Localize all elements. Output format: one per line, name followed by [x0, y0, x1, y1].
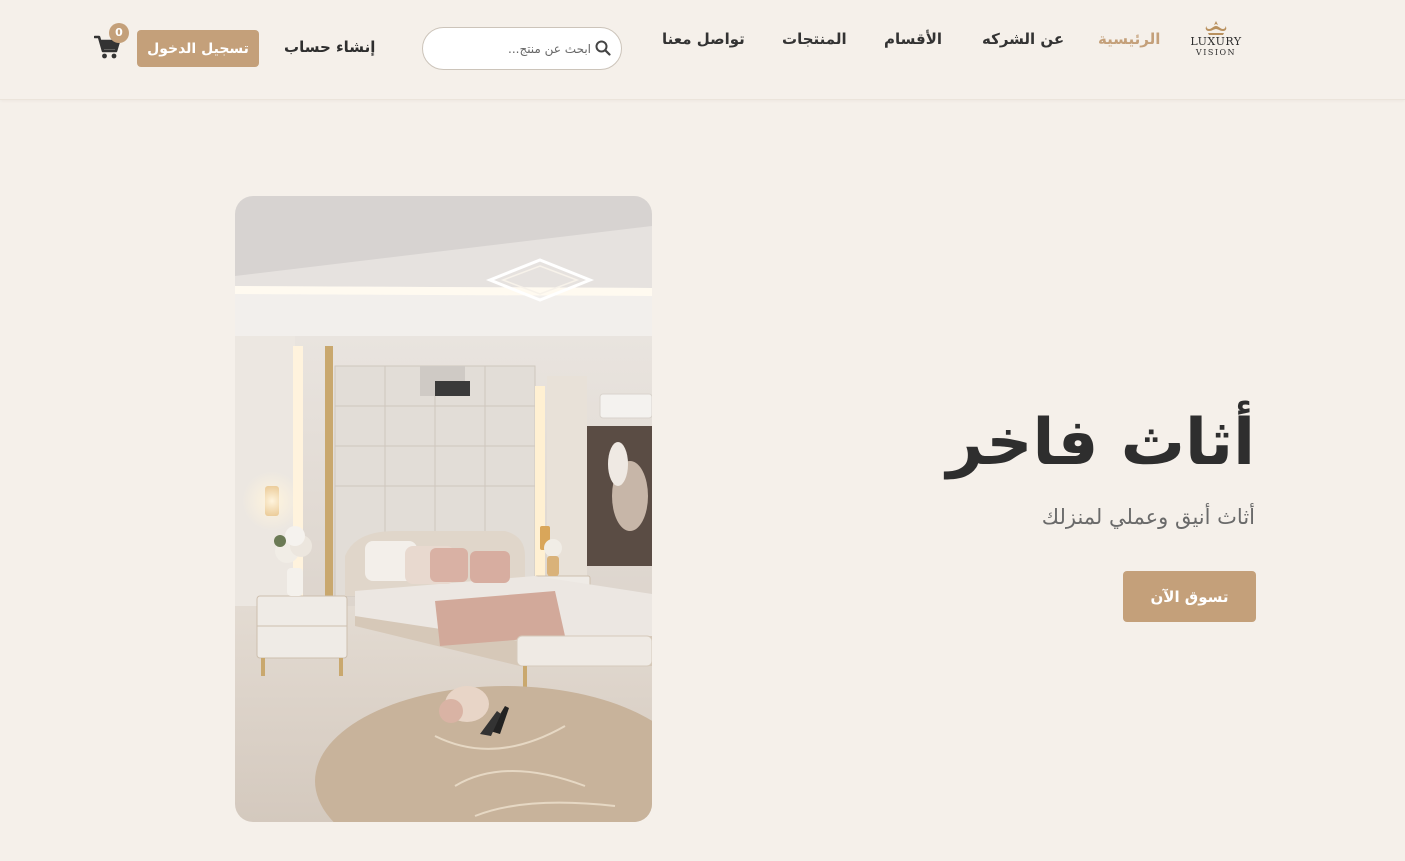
hero-subtitle: أثاث أنيق وعملي لمنزلك	[1041, 505, 1255, 529]
cart-count-badge: 0	[109, 23, 129, 43]
hero-title: أثاث فاخر	[946, 406, 1255, 480]
search-box	[422, 27, 622, 70]
login-button[interactable]: تسجيل الدخول	[137, 30, 259, 67]
nav-item-categories[interactable]: الأقسام	[884, 30, 942, 48]
brand-logo[interactable]: LUXURY VISION	[1186, 20, 1246, 66]
nav-item-contact[interactable]: تواصل معنا	[662, 30, 745, 48]
bedroom-illustration	[235, 196, 652, 822]
nav-item-products[interactable]: المنتجات	[782, 30, 847, 48]
hero-bedroom-image	[235, 196, 652, 822]
crown-ornament-icon	[1205, 21, 1227, 35]
logo-wordmark-line1: LUXURY	[1190, 35, 1242, 48]
search-icon[interactable]	[595, 40, 611, 56]
shop-now-button[interactable]: تسوق الآن	[1123, 571, 1256, 622]
nav-item-about[interactable]: عن الشركه	[982, 30, 1064, 48]
nav-item-home[interactable]: الرئيسية	[1098, 30, 1160, 48]
signup-link[interactable]: إنشاء حساب	[284, 38, 375, 56]
logo-wordmark-line2: VISION	[1195, 48, 1237, 57]
top-navbar: LUXURY VISION الرئيسية عن الشركه الأقسام…	[0, 0, 1405, 100]
search-input[interactable]	[441, 39, 591, 59]
